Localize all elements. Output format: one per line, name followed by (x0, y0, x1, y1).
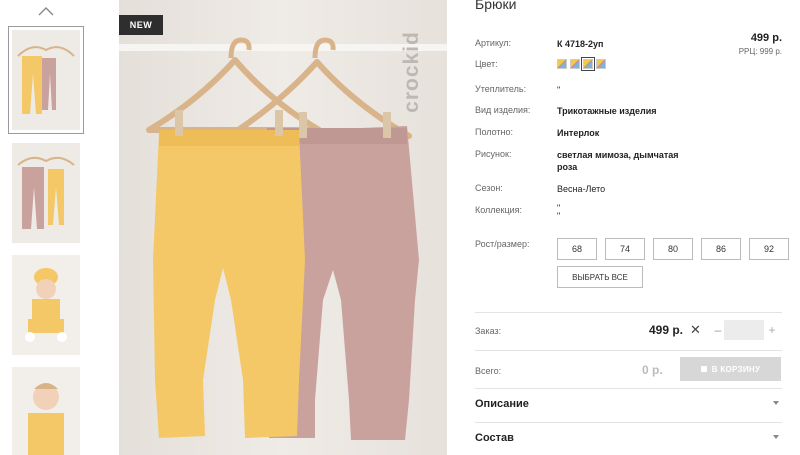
thumbnail-2[interactable] (12, 143, 80, 243)
thumbnails-up-arrow-icon[interactable] (36, 4, 56, 18)
color-swatch[interactable] (570, 59, 580, 69)
brand-watermark-text: crockid (399, 31, 423, 113)
color-swatch[interactable] (557, 59, 567, 69)
divider (475, 350, 782, 351)
spec-value: Весна-Лето (557, 184, 606, 194)
spec-label: Сезон: (475, 183, 503, 193)
order-label: Заказ: (475, 326, 502, 336)
divider (475, 422, 782, 423)
spec-label: Утеплитель: (475, 84, 527, 94)
color-swatch-selected[interactable] (581, 57, 595, 71)
add-to-cart-button[interactable]: В КОРЗИНУ (680, 357, 781, 381)
chevron-down-icon (773, 401, 779, 405)
size-option-80[interactable]: 80 (653, 238, 693, 260)
product-photo (119, 0, 447, 455)
spec-label: Рисунок: (475, 149, 512, 159)
spec-label: Артикул: (475, 38, 512, 48)
spec-value: " (557, 85, 561, 95)
thumbnail-1[interactable] (8, 26, 84, 134)
spec-value: " (557, 211, 561, 221)
product-title: Брюки (475, 0, 517, 12)
quantity-decrease-button[interactable]: – (713, 323, 723, 337)
total-value: 0 р. (642, 363, 663, 377)
add-to-cart-label: В КОРЗИНУ (711, 364, 761, 374)
new-badge: NEW (119, 15, 163, 35)
cart-icon (700, 366, 707, 372)
select-all-sizes-button[interactable]: ВЫБРАТЬ ВСЕ (557, 266, 643, 288)
spec-value: К 4718-2уп (557, 39, 604, 49)
product-price: 499 р. (750, 32, 782, 44)
product-details: Брюки 499 р. РРЦ: 999 р. Артикул: К 4718… (475, 0, 789, 455)
order-unit-price: 499 р. (649, 323, 684, 337)
thumbnail-column (0, 0, 95, 455)
thumbnail-4[interactable] (12, 367, 80, 455)
recommended-price: РРЦ: 999 р. (738, 47, 782, 56)
spec-value: Трикотажные изделия (557, 106, 657, 116)
multiply-icon: ✕ (690, 322, 701, 337)
accordion-description[interactable]: Описание (475, 398, 782, 418)
spec-label: Вид изделия: (475, 105, 531, 115)
thumbnail-3[interactable] (12, 255, 80, 355)
accordion-composition-label: Состав (475, 432, 514, 444)
spec-value: Интерлок (557, 128, 600, 138)
size-option-68[interactable]: 68 (557, 238, 597, 260)
quantity-increase-button[interactable]: + (767, 323, 777, 337)
spec-value: роза (557, 162, 578, 172)
size-label: Рост/размер: (475, 239, 530, 249)
chevron-down-icon (773, 435, 779, 439)
divider (475, 388, 782, 389)
accordion-description-label: Описание (475, 398, 529, 410)
divider (475, 312, 782, 313)
quantity-input[interactable] (724, 320, 764, 340)
total-label: Всего: (475, 366, 502, 376)
size-option-92[interactable]: 92 (749, 238, 789, 260)
spec-value: светлая мимоза, дымчатая (557, 150, 679, 160)
size-option-74[interactable]: 74 (605, 238, 645, 260)
accordion-composition[interactable]: Состав (475, 432, 782, 452)
product-page: NEW crockid Брюки 499 р. РРЦ: 999 р. Арт… (0, 0, 800, 455)
main-product-image[interactable]: NEW crockid (119, 0, 447, 455)
spec-label: Цвет: (475, 59, 498, 69)
spec-label: Полотно: (475, 127, 514, 137)
color-swatch[interactable] (596, 59, 606, 69)
color-swatches (557, 57, 606, 71)
size-option-86[interactable]: 86 (701, 238, 741, 260)
brand-watermark: crockid (400, 12, 437, 132)
spec-label: Коллекция: (475, 205, 523, 215)
size-options: 68 74 80 86 92 (557, 238, 789, 260)
